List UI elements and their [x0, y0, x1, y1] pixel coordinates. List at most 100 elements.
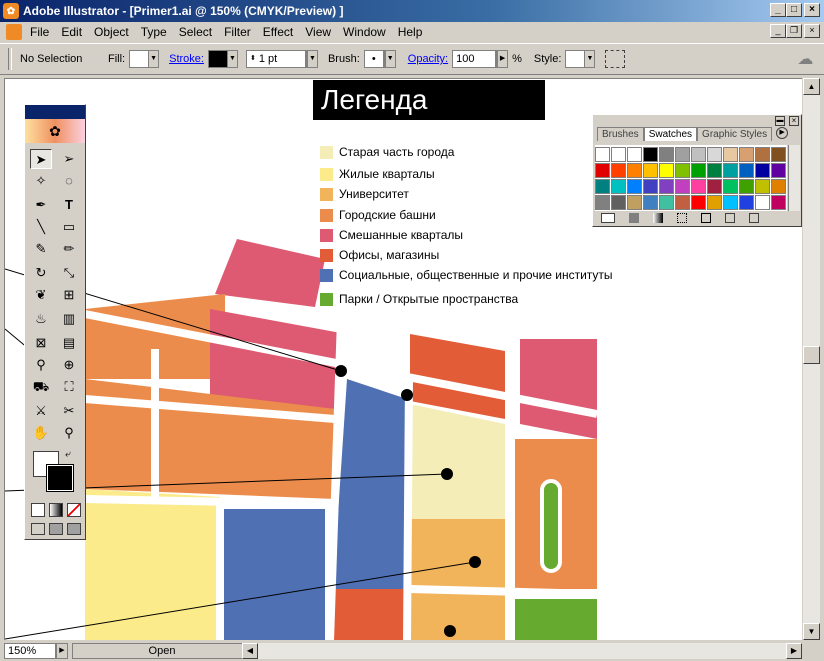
swatch-cell[interactable]	[691, 147, 706, 162]
live-paint-selection-tool-icon[interactable]: ⛶	[58, 377, 80, 397]
weight-dropdown[interactable]: ▼	[305, 50, 318, 68]
swatch-cell[interactable]	[659, 179, 674, 194]
show-gradient-swatches-icon[interactable]	[653, 213, 663, 223]
full-screen-mode-icon[interactable]	[67, 523, 81, 535]
rectangle-tool-icon[interactable]: ▭	[58, 217, 80, 237]
scroll-right-icon[interactable]: ▶	[786, 643, 802, 659]
chevron-down-icon[interactable]: ▼	[584, 51, 595, 67]
doc-minimize-button[interactable]: _	[770, 24, 786, 38]
stroke-swatch[interactable]: ▼	[207, 50, 238, 68]
standard-screen-mode-icon[interactable]	[31, 523, 45, 535]
swatch-cell[interactable]	[707, 179, 722, 194]
tab-graphic-styles[interactable]: Graphic Styles	[697, 127, 773, 141]
swatch-cell[interactable]	[675, 179, 690, 194]
delete-swatch-icon[interactable]	[749, 213, 759, 223]
swatch-cell[interactable]	[611, 195, 626, 210]
swatch-cell[interactable]	[723, 147, 738, 162]
swatch-cell[interactable]	[771, 179, 786, 194]
align-grid-icon[interactable]	[605, 50, 626, 68]
minimize-button[interactable]: _	[770, 3, 786, 17]
symbol-sprayer-tool-icon[interactable]: ♨	[30, 309, 52, 329]
chevron-down-icon[interactable]: ▼	[148, 51, 159, 67]
pen-tool-icon[interactable]: ✒	[30, 195, 52, 215]
swatch-cell[interactable]	[643, 163, 658, 178]
tools-palette-titlebar[interactable]	[25, 105, 85, 119]
tab-brushes[interactable]: Brushes	[597, 127, 644, 141]
cloud-hand-icon[interactable]: ☁	[797, 49, 819, 69]
hand-tool-icon[interactable]: ✋	[30, 423, 52, 443]
swatch-cell[interactable]	[691, 163, 706, 178]
swatch-cell[interactable]	[595, 179, 610, 194]
horizontal-scrollbar[interactable]: ◀ ▶	[242, 643, 802, 659]
menu-window[interactable]: Window	[337, 25, 392, 39]
swatch-cell[interactable]	[627, 163, 642, 178]
swatch-cell[interactable]	[723, 179, 738, 194]
close-icon[interactable]: ×	[789, 116, 799, 126]
swatch-cell[interactable]	[659, 163, 674, 178]
swatch-cell[interactable]	[595, 195, 610, 210]
status-info[interactable]: Open	[72, 643, 252, 659]
mesh-tool-icon[interactable]: ⊠	[30, 333, 52, 353]
scale-tool-icon[interactable]: ⤡	[58, 263, 80, 283]
rotate-tool-icon[interactable]: ↻	[30, 263, 52, 283]
swatch-cell[interactable]	[755, 195, 770, 210]
collapse-icon[interactable]: ▬	[775, 116, 785, 126]
scroll-left-icon[interactable]: ◀	[242, 643, 258, 659]
chevron-down-icon[interactable]: ▼	[384, 51, 395, 67]
swatch-options-icon[interactable]	[701, 213, 711, 223]
swatch-cell[interactable]	[611, 163, 626, 178]
vertical-scroll-thumb[interactable]	[803, 346, 820, 364]
blend-tool-icon[interactable]: ⊕	[58, 355, 80, 375]
swatch-cell[interactable]	[771, 163, 786, 178]
vertical-scrollbar[interactable]: ▲ ▼	[803, 78, 820, 640]
swatch-cell[interactable]	[595, 147, 610, 162]
swatch-cell[interactable]	[643, 179, 658, 194]
brush-dropdown[interactable]: ▼	[383, 50, 396, 68]
brush-field[interactable]: •	[363, 50, 384, 68]
zoom-dropdown-icon[interactable]: ▶	[56, 643, 68, 659]
new-swatch-icon[interactable]	[725, 213, 735, 223]
menu-view[interactable]: View	[299, 25, 337, 39]
doc-restore-button[interactable]: ❐	[786, 24, 802, 38]
scissors-tool-icon[interactable]: ✂	[58, 401, 80, 421]
menu-object[interactable]: Object	[88, 25, 135, 39]
opacity-label[interactable]: Opacity:	[408, 53, 448, 65]
scroll-up-icon[interactable]: ▲	[803, 78, 820, 95]
zoom-tool-icon[interactable]: ⚲	[58, 423, 80, 443]
swatch-cell[interactable]	[691, 195, 706, 210]
swatch-cell[interactable]	[659, 195, 674, 210]
close-window-button[interactable]: ×	[804, 3, 820, 17]
chevron-down-icon[interactable]: ▼	[306, 51, 317, 67]
pencil-tool-icon[interactable]: ✏	[58, 239, 80, 259]
none-mode-icon[interactable]	[67, 503, 81, 517]
gradient-tool-icon[interactable]: ▤	[58, 333, 80, 353]
zoom-field[interactable]: 150%	[4, 643, 56, 659]
type-tool-icon[interactable]: T	[58, 195, 80, 215]
swatch-cell[interactable]	[723, 195, 738, 210]
gradient-mode-icon[interactable]	[49, 503, 63, 517]
color-mode-icon[interactable]	[31, 503, 45, 517]
stroke-label[interactable]: Stroke:	[169, 53, 204, 65]
swatch-cell[interactable]	[611, 179, 626, 194]
swatches-scrollbar[interactable]	[788, 145, 800, 211]
swatch-cell[interactable]	[739, 179, 754, 194]
full-screen-menu-mode-icon[interactable]	[49, 523, 63, 535]
swatch-cell[interactable]	[627, 147, 642, 162]
swatch-cell[interactable]	[643, 195, 658, 210]
show-color-swatches-icon[interactable]	[629, 213, 639, 223]
lasso-tool-icon[interactable]: ◌	[58, 171, 80, 191]
menu-file[interactable]: File	[24, 25, 55, 39]
swatch-cell[interactable]	[659, 147, 674, 162]
illustrator-flower-logo[interactable]: ✿	[25, 119, 85, 143]
swatch-cell[interactable]	[707, 147, 722, 162]
menu-filter[interactable]: Filter	[218, 25, 257, 39]
fill-swatch[interactable]: ▼	[129, 50, 160, 68]
swatch-cell[interactable]	[755, 163, 770, 178]
chevron-right-icon[interactable]: ▶	[497, 51, 508, 67]
direct-selection-tool-icon[interactable]: ➢	[58, 149, 80, 169]
swatch-cell[interactable]	[739, 147, 754, 162]
swatch-cell[interactable]	[675, 163, 690, 178]
swatch-cell[interactable]	[771, 195, 786, 210]
palette-grip[interactable]	[8, 48, 12, 70]
swatch-cell[interactable]	[739, 195, 754, 210]
